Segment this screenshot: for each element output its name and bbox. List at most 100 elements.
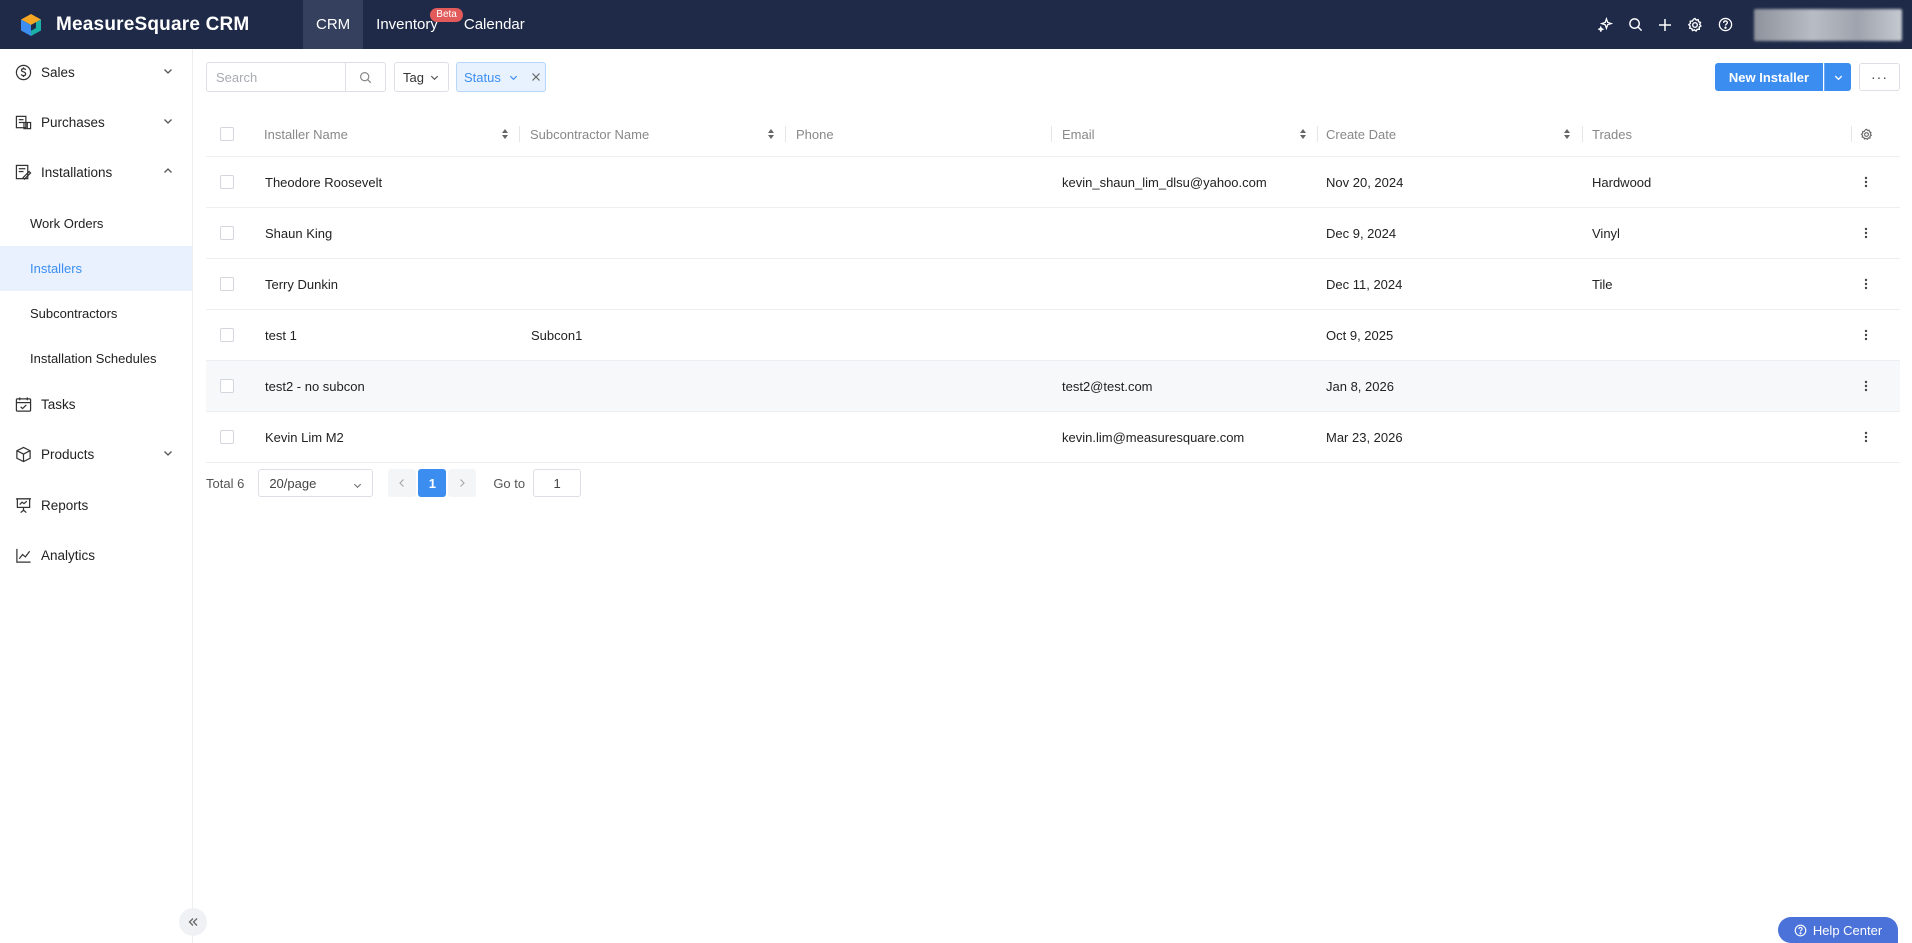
row-actions-kebab-icon[interactable] [1858, 327, 1874, 343]
sort-icon[interactable] [1563, 128, 1571, 140]
topnav-calendar-label: Calendar [463, 16, 525, 33]
close-icon[interactable] [531, 72, 541, 82]
search-box [206, 62, 386, 92]
prev-page-button[interactable] [388, 469, 417, 497]
table-row[interactable]: Terry Dunkin Dec 11, 2024 Tile [206, 259, 1900, 310]
sidebar-item-tasks[interactable]: Tasks [0, 384, 192, 424]
new-installer-dropdown-button[interactable] [1824, 63, 1851, 91]
user-avatar[interactable] [1754, 8, 1902, 41]
sidebar-sub-label: Subcontractors [30, 306, 118, 321]
col-phone[interactable]: Phone [796, 111, 1051, 157]
sidebar-item-label: Installations [41, 164, 113, 180]
sidebar-item-label: Purchases [41, 114, 105, 130]
row-checkbox[interactable] [220, 277, 234, 291]
top-nav: CRM Inventory Beta Calendar [303, 0, 538, 49]
search-button[interactable] [345, 63, 385, 91]
col-label: Trades [1592, 126, 1632, 142]
table-row[interactable]: Theodore Roosevelt kevin_shaun_lim_dlsu@y… [206, 157, 1900, 208]
row-checkbox[interactable] [220, 379, 234, 393]
next-page-button[interactable] [448, 469, 477, 497]
column-settings-gear-icon[interactable] [1858, 126, 1874, 142]
cell-email: test2@test.com [1062, 378, 1153, 394]
sidebar-sub-work-orders[interactable]: Work Orders [0, 201, 192, 246]
sidebar-item-reports[interactable]: Reports [0, 485, 192, 525]
help-icon[interactable] [1710, 10, 1740, 40]
row-actions-kebab-icon[interactable] [1858, 429, 1874, 445]
brand[interactable]: MeasureSquare CRM [0, 0, 303, 49]
col-email[interactable]: Email [1062, 111, 1317, 157]
sidebar-item-sales[interactable]: Sales [0, 52, 192, 92]
row-checkbox[interactable] [220, 328, 234, 342]
status-filter-dropdown[interactable]: Status [456, 62, 546, 92]
search-input[interactable] [207, 63, 345, 91]
row-actions-kebab-icon[interactable] [1858, 174, 1874, 190]
table-row[interactable]: Shaun King Dec 9, 2024 Vinyl [206, 208, 1900, 259]
tag-filter-dropdown[interactable]: Tag [394, 62, 449, 92]
new-installer-button[interactable]: New Installer [1715, 63, 1823, 91]
search-icon[interactable] [1620, 10, 1650, 40]
chevron-down-icon [164, 69, 172, 74]
help-center-label: Help Center [1812, 922, 1883, 938]
gear-icon[interactable] [1680, 10, 1710, 40]
sidebar-sub-subcontractors[interactable]: Subcontractors [0, 291, 192, 336]
row-actions-kebab-icon[interactable] [1858, 225, 1874, 241]
row-checkbox[interactable] [220, 175, 234, 189]
line-chart-icon [14, 546, 32, 564]
chevron-down-icon [1834, 75, 1842, 80]
chevron-down-icon [430, 75, 439, 80]
page-number-button[interactable]: 1 [418, 469, 447, 497]
cell-installer-name: test 1 [265, 327, 297, 343]
col-divider [1582, 126, 1583, 142]
sidebar-item-products[interactable]: Products [0, 434, 192, 474]
col-divider [1051, 126, 1052, 142]
cell-trades: Vinyl [1592, 225, 1620, 241]
table-body: Theodore Roosevelt kevin_shaun_lim_dlsu@y… [206, 157, 1900, 463]
chevron-down-icon [164, 451, 172, 456]
row-checkbox[interactable] [220, 430, 234, 444]
cube-icon [14, 445, 32, 463]
row-actions-kebab-icon[interactable] [1858, 276, 1874, 292]
page-size-select[interactable]: 20/page [258, 469, 374, 497]
help-center-button[interactable]: Help Center [1778, 917, 1898, 943]
sidebar-item-analytics[interactable]: Analytics [0, 535, 192, 575]
row-actions-kebab-icon[interactable] [1858, 378, 1874, 394]
cell-trades: Tile [1592, 276, 1613, 292]
sidebar-item-label: Sales [41, 64, 75, 80]
sidebar-item-installations[interactable]: Installations [0, 152, 192, 192]
sidebar-item-purchases[interactable]: Purchases [0, 102, 192, 142]
chevron-down-icon [164, 119, 172, 124]
sort-icon[interactable] [1299, 128, 1307, 140]
col-trades[interactable]: Trades [1592, 111, 1847, 157]
purchase-box-icon [14, 113, 32, 131]
chevron-down-icon [354, 483, 362, 489]
table-row[interactable]: Kevin Lim M2 kevin.lim@measuresquare.com M… [206, 412, 1900, 463]
pagination: Total 6 20/page 1 Go to [206, 468, 582, 498]
cell-create-date: Jan 8, 2026 [1326, 378, 1394, 394]
search-icon [360, 71, 372, 83]
table-row[interactable]: test2 - no subcon test2@test.com Jan 8, 20… [206, 361, 1900, 412]
topnav-calendar[interactable]: Calendar [451, 0, 538, 49]
sort-icon[interactable] [767, 128, 775, 140]
table-row[interactable]: test 1 Subcon1 Oct 9, 2025 [206, 310, 1900, 361]
topnav-inventory[interactable]: Inventory Beta [363, 0, 463, 49]
col-divider [519, 126, 520, 142]
cell-create-date: Mar 23, 2026 [1326, 429, 1403, 445]
col-subcontractor-name[interactable]: Subcontractor Name [530, 111, 785, 157]
plus-icon[interactable] [1650, 10, 1680, 40]
select-all-checkbox[interactable] [220, 127, 234, 141]
col-create-date[interactable]: Create Date [1326, 111, 1581, 157]
row-checkbox[interactable] [220, 226, 234, 240]
tag-filter-label: Tag [403, 69, 424, 85]
ai-sparkle-icon[interactable] [1590, 10, 1620, 40]
sidebar-sub-installation-schedules[interactable]: Installation Schedules [0, 336, 192, 381]
goto-page-input[interactable] [533, 469, 582, 497]
sort-icon[interactable] [501, 128, 509, 140]
more-actions-button[interactable]: ··· [1859, 63, 1900, 91]
cell-subcontractor-name: Subcon1 [531, 327, 583, 343]
topnav-crm[interactable]: CRM [303, 0, 364, 49]
sidebar-sub-installers[interactable]: Installers [0, 246, 192, 291]
sidebar-item-label: Products [41, 446, 95, 462]
col-installer-name[interactable]: Installer Name [264, 111, 519, 157]
installations-icon [14, 163, 32, 181]
col-label: Phone [796, 126, 834, 142]
